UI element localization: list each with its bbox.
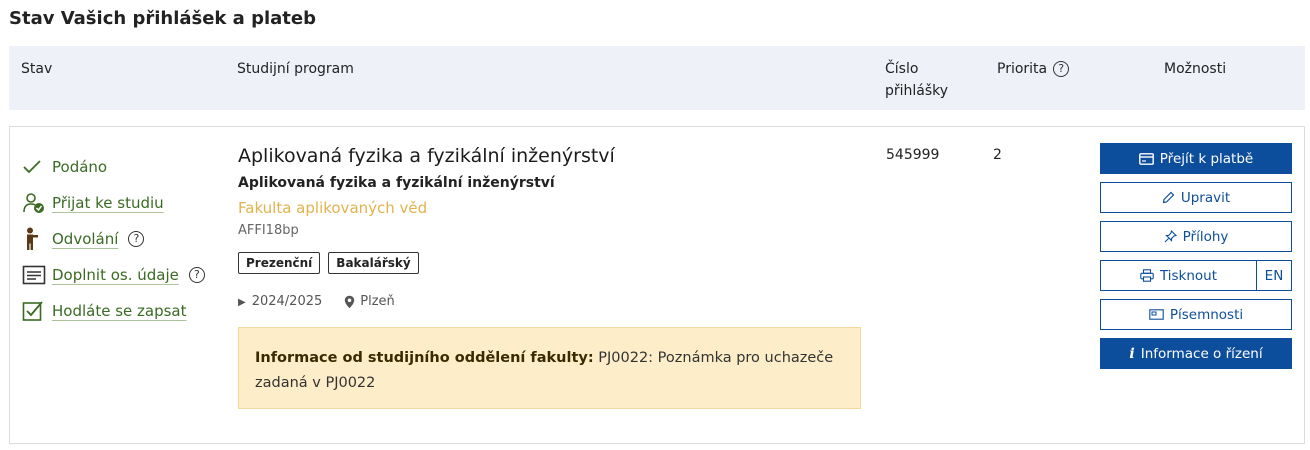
application-number: 545999: [886, 147, 940, 163]
documents-button-label: Písemnosti: [1169, 306, 1244, 323]
header-program: Studijní program: [237, 61, 354, 77]
print-button-label: Tisknout: [1159, 267, 1218, 284]
program-info: Aplikovaná fyzika a fyzikální inženýrstv…: [238, 145, 863, 409]
status-doplnit[interactable]: Doplnit os. údaje ?: [22, 257, 205, 293]
help-icon[interactable]: ?: [1053, 61, 1070, 77]
pay-button[interactable]: Přejít k platbě: [1100, 143, 1292, 174]
status-label[interactable]: Přijat ke studiu: [52, 194, 164, 212]
program-meta: ▶ 2024/2025 Plzeň: [238, 294, 863, 309]
application-row: Podáno Přijat ke studiu Odvolání ? Dopln…: [9, 126, 1305, 444]
program-subtitle: Aplikovaná fyzika a fyzikální inženýrstv…: [238, 175, 555, 191]
pin-icon: [1164, 230, 1177, 243]
faculty-info-box: Informace od studijního oddělení fakulty…: [238, 327, 861, 409]
print-en-button[interactable]: EN: [1256, 260, 1292, 291]
user-check-icon: [22, 192, 48, 214]
print-button[interactable]: Tisknout: [1100, 260, 1256, 291]
tag-study-form: Prezenční: [238, 252, 321, 274]
status-hodlate[interactable]: Hodláte se zapsat: [22, 293, 205, 329]
pencil-icon: [1162, 191, 1175, 204]
status-label: Podáno: [52, 158, 108, 176]
program-year: ▶ 2024/2025: [238, 294, 322, 309]
status-label[interactable]: Odvolání: [52, 230, 118, 248]
attachments-button-label: Přílohy: [1182, 228, 1229, 245]
table-header: Stav Studijní program Číslo přihlášky Pr…: [9, 46, 1305, 110]
status-list: Podáno Přijat ke studiu Odvolání ? Dopln…: [22, 149, 205, 329]
process-info-button-label: Informace o řízení: [1140, 345, 1263, 362]
printer-icon: [1140, 269, 1154, 282]
edit-button-label: Upravit: [1180, 189, 1231, 206]
edit-button[interactable]: Upravit: [1100, 182, 1292, 213]
program-code: AFFI18bp: [238, 223, 299, 238]
documents-button[interactable]: Písemnosti: [1100, 299, 1292, 330]
checkmark-icon: [22, 156, 48, 178]
info-icon: i: [1129, 345, 1135, 362]
checkbox-checked-icon: [22, 300, 48, 322]
play-triangle-icon: ▶: [238, 297, 246, 308]
status-label[interactable]: Hodláte se zapsat: [52, 302, 187, 320]
status-odvolani[interactable]: Odvolání ?: [22, 221, 205, 257]
priority-value: 2: [993, 147, 1002, 163]
header-priorita: Priorita ?: [997, 58, 1070, 80]
header-cislo: Číslo přihlášky: [885, 61, 949, 99]
envelope-icon: [1149, 309, 1164, 320]
header-stav: Stav: [21, 61, 53, 77]
person-standing-icon: [22, 227, 48, 250]
page-title: Stav Vašich přihlášek a plateb: [9, 8, 316, 29]
program-location-label: Plzeň: [360, 294, 395, 309]
status-prijat[interactable]: Přijat ke studiu: [22, 185, 205, 221]
status-label[interactable]: Doplnit os. údaje: [52, 266, 179, 284]
program-title: Aplikovaná fyzika a fyzikální inženýrstv…: [238, 145, 615, 167]
print-button-group: Tisknout EN: [1100, 260, 1292, 291]
program-location: Plzeň: [344, 294, 395, 309]
header-moznosti: Možnosti: [1164, 61, 1227, 77]
map-pin-icon: [344, 295, 355, 309]
attachments-button[interactable]: Přílohy: [1100, 221, 1292, 252]
help-icon[interactable]: ?: [128, 231, 145, 247]
tag-study-type: Bakalářský: [328, 252, 419, 274]
actions-panel: Přejít k platbě Upravit Přílohy Tisknout…: [1100, 143, 1292, 377]
status-podano: Podáno: [22, 149, 205, 185]
help-icon[interactable]: ?: [188, 267, 205, 283]
program-tags: Prezenční Bakalářský: [238, 252, 863, 274]
program-faculty: Fakulta aplikovaných věd: [238, 199, 428, 217]
card-icon: [1138, 152, 1154, 165]
header-priorita-label: Priorita: [997, 61, 1048, 77]
info-label: Informace od studijního oddělení fakulty…: [255, 350, 594, 366]
program-year-label: 2024/2025: [251, 294, 323, 309]
pay-button-label: Přejít k platbě: [1159, 150, 1254, 167]
process-info-button[interactable]: i Informace o řízení: [1100, 338, 1292, 369]
form-card-icon: [22, 264, 48, 286]
